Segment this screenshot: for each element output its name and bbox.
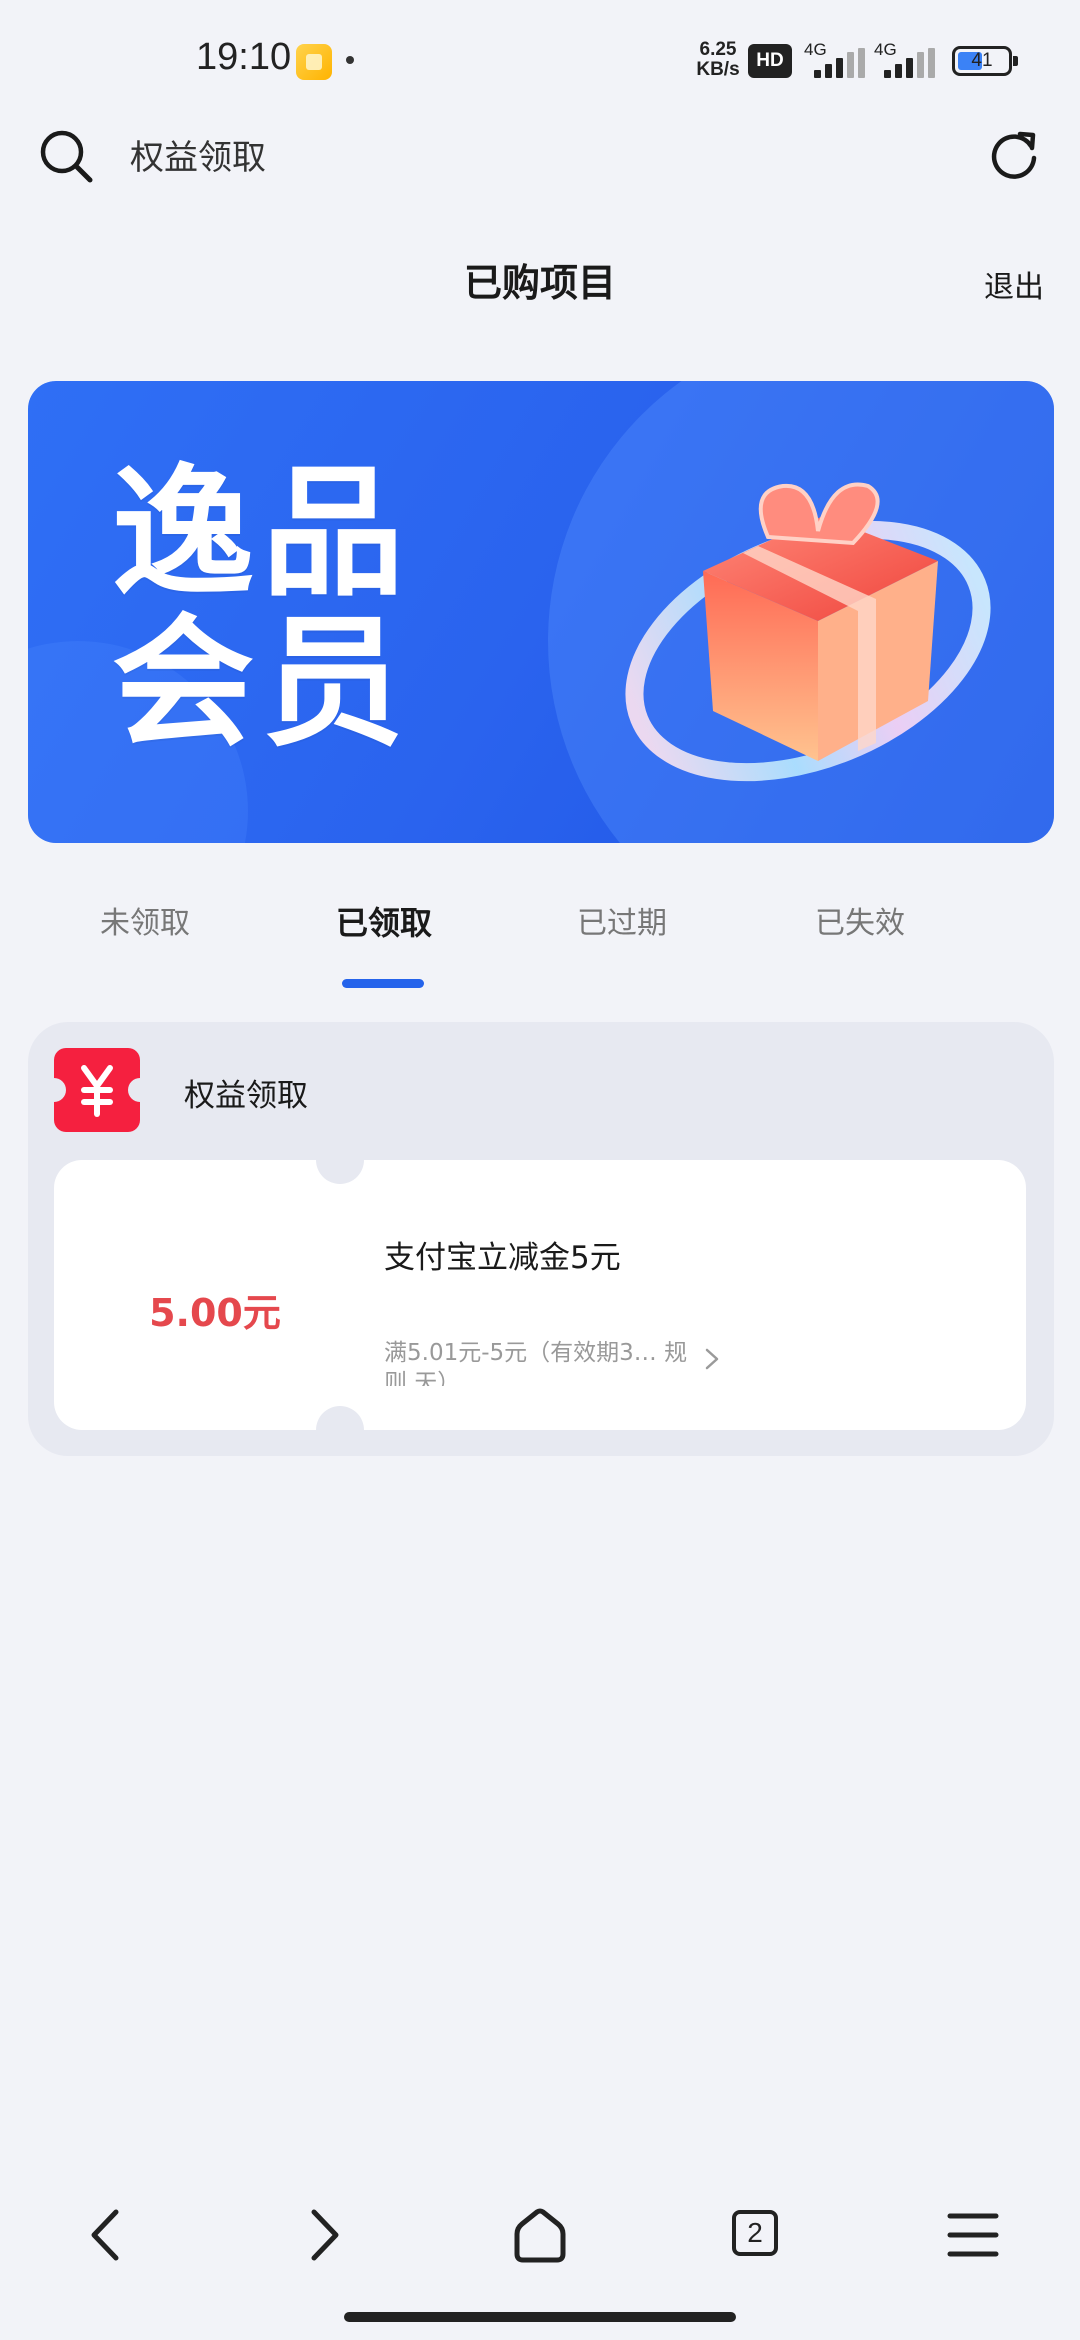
gesture-home-bar[interactable]: [344, 2312, 736, 2322]
forward-icon[interactable]: [278, 2190, 368, 2280]
tabs-count-button[interactable]: 2: [732, 2210, 778, 2256]
chevron-right-icon[interactable]: [700, 1344, 724, 1374]
network-speed-value: 6.25: [699, 39, 737, 60]
battery-icon: 41: [952, 46, 1018, 76]
menu-icon[interactable]: [928, 2190, 1018, 2280]
tab-invalid[interactable]: 已失效: [740, 898, 980, 942]
hd-voice-badge: HD: [748, 44, 792, 78]
coupon-title: 支付宝立减金5元: [384, 1240, 621, 1276]
tab-claimed[interactable]: 已领取: [264, 898, 504, 944]
banner-title: 逸品 会员: [112, 459, 452, 759]
back-icon[interactable]: [62, 2190, 152, 2280]
coupon-amount: 5.00元: [149, 1291, 281, 1335]
gift-box-icon: [625, 482, 991, 782]
signal-icon-sim2: 4G: [874, 40, 940, 80]
home-icon[interactable]: [495, 2190, 585, 2280]
page-title: 已购项目: [463, 261, 616, 305]
search-icon[interactable]: [38, 128, 94, 184]
coupon-rule-link[interactable]: 满5.01元-5元（有效期3… 规则 天）: [384, 1338, 704, 1386]
coupon-notch-bottom: [316, 1406, 364, 1454]
section-title: 权益领取: [184, 1078, 308, 1114]
notification-app-icon: [296, 44, 332, 80]
status-bar: 19:10 6.25 KB/s HD 4G 4G 41: [0, 0, 1080, 122]
network-speed: 6.25 KB/s: [694, 40, 742, 80]
search-query-text[interactable]: 权益领取: [130, 130, 266, 179]
membership-banner: 逸品 会员: [28, 381, 1054, 843]
tab-expired[interactable]: 已过期: [502, 898, 742, 942]
banner-title-line2: 会员: [112, 601, 412, 766]
battery-level: 41: [971, 50, 993, 71]
browser-bottom-nav: [0, 2190, 1080, 2280]
coupon-notch-top: [316, 1136, 364, 1184]
signal-icon-sim1: 4G: [804, 40, 870, 80]
yuan-icon: [54, 1048, 140, 1132]
active-tab-indicator: [342, 979, 424, 988]
refresh-icon[interactable]: [984, 124, 1044, 184]
banner-title-line1: 逸品: [112, 451, 412, 616]
network-speed-unit: KB/s: [696, 59, 740, 80]
status-time: 19:10: [196, 36, 292, 78]
logout-button[interactable]: 退出: [984, 262, 1044, 306]
status-tabs: 未领取 已领取 已过期 已失效: [0, 898, 1080, 988]
tab-unclaimed[interactable]: 未领取: [25, 898, 265, 942]
notification-dot-icon: [346, 56, 354, 64]
